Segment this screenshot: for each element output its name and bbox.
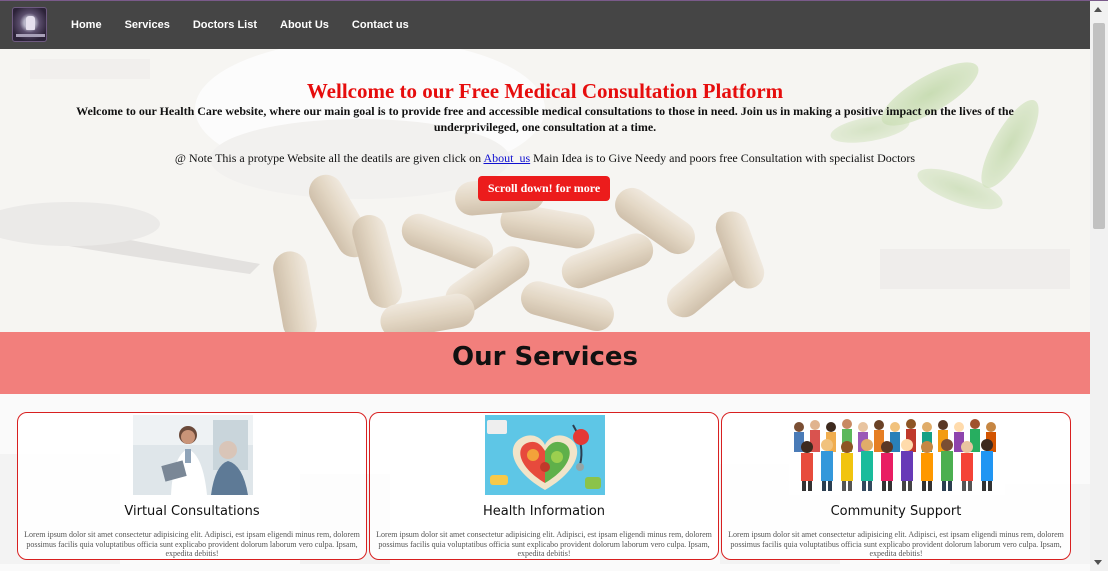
nav-contact-us-link[interactable]: Contact us bbox=[352, 19, 409, 31]
hero-note-suffix: Main Idea is to Give Needy and poors fre… bbox=[530, 151, 916, 165]
nav-services-link[interactable]: Services bbox=[125, 19, 170, 31]
hero-note-prefix: @ Note This a protype Website all the de… bbox=[174, 151, 484, 165]
about-us-link[interactable]: About_us bbox=[483, 151, 530, 165]
service-card-health-information[interactable]: Health Information Lorem ipsum dolor sit… bbox=[369, 412, 719, 560]
card-title: Community Support bbox=[830, 504, 962, 519]
nav-doctors-list-link[interactable]: Doctors List bbox=[193, 19, 257, 31]
scroll-up-arrow-icon[interactable] bbox=[1094, 7, 1102, 12]
services-heading: Our Services bbox=[451, 342, 639, 372]
nav-links: Home Services Doctors List About Us Cont… bbox=[71, 1, 432, 49]
card-text: Lorem ipsum dolor sit amet consectetur a… bbox=[728, 530, 1064, 558]
service-card-community-support[interactable]: Community Support Lorem ipsum dolor sit … bbox=[721, 412, 1071, 560]
nav-about-us-link[interactable]: About Us bbox=[280, 19, 329, 31]
service-card-virtual-consultations[interactable]: Virtual Consultations Lorem ipsum dolor … bbox=[17, 412, 367, 560]
navbar: Home Services Doctors List About Us Cont… bbox=[0, 1, 1090, 49]
card-title: Virtual Consultations bbox=[124, 504, 260, 519]
hero-description: Welcome to our Health Care website, wher… bbox=[76, 104, 1014, 134]
services-header: Our Services bbox=[0, 332, 1090, 394]
hero-section: Wellcome to our Free Medical Consultatio… bbox=[0, 49, 1090, 332]
scrollbar-thumb[interactable] bbox=[1093, 23, 1105, 229]
hero-note: @ Note This a protype Website all the de… bbox=[0, 151, 1090, 166]
crowd-of-people-illustration-icon bbox=[789, 415, 1005, 495]
nav-home-link[interactable]: Home bbox=[71, 19, 102, 31]
health-logo-icon[interactable] bbox=[12, 7, 47, 42]
services-cards: Virtual Consultations Lorem ipsum dolor … bbox=[0, 394, 1090, 571]
page-scrollbar[interactable] bbox=[1090, 1, 1108, 571]
healthy-food-heart-photo-icon bbox=[485, 415, 605, 495]
card-title: Health Information bbox=[482, 504, 606, 519]
scroll-down-arrow-icon[interactable] bbox=[1094, 560, 1102, 565]
hero-title: Wellcome to our Free Medical Consultatio… bbox=[306, 79, 784, 103]
doctor-patient-photo-icon bbox=[133, 415, 253, 495]
card-text: Lorem ipsum dolor sit amet consectetur a… bbox=[376, 530, 712, 558]
scroll-down-button[interactable]: Scroll down! for more bbox=[478, 176, 610, 201]
card-text: Lorem ipsum dolor sit amet consectetur a… bbox=[24, 530, 360, 558]
